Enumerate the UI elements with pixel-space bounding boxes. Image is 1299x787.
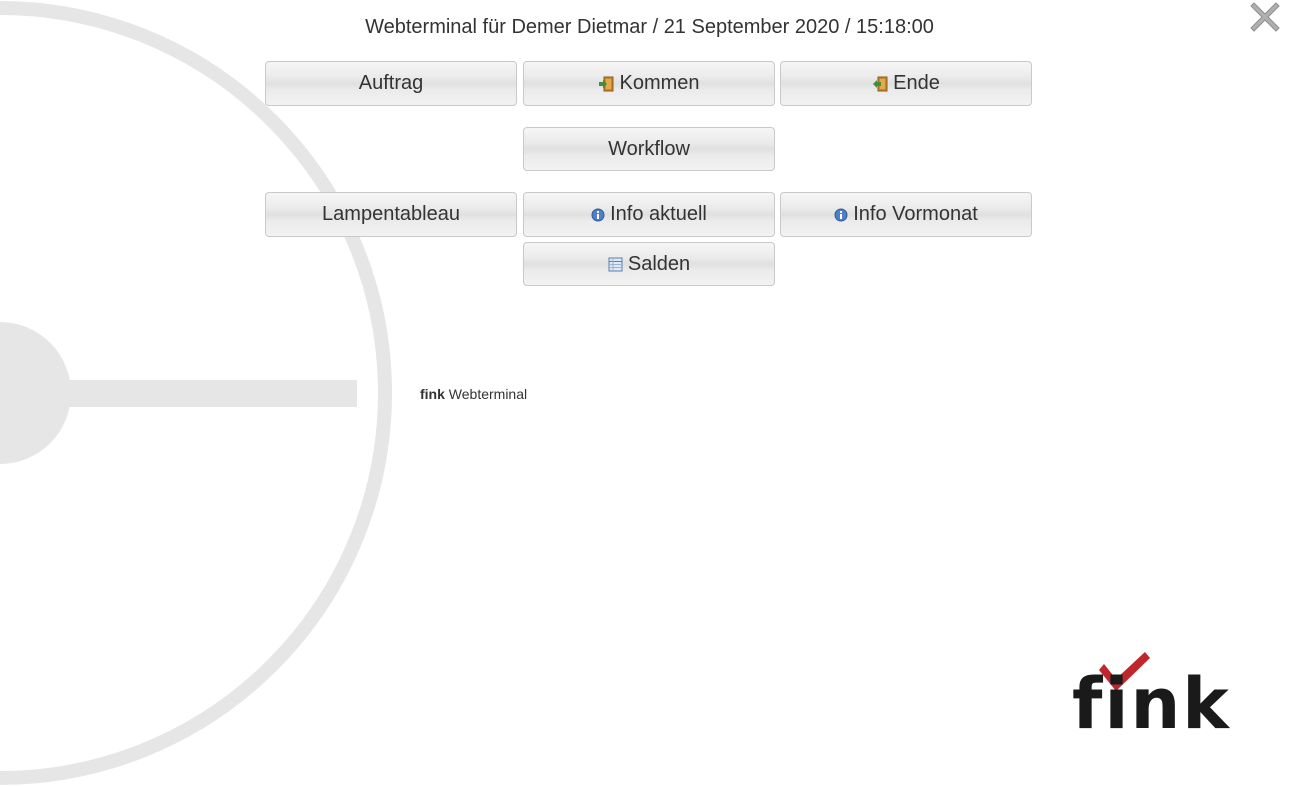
- webterminal-page: Webterminal für Demer Dietmar / 21 Septe…: [0, 0, 1299, 787]
- kommen-button[interactable]: Kommen: [523, 61, 775, 106]
- lampentableau-button[interactable]: Lampentableau: [265, 192, 517, 237]
- auftrag-button-label: Auftrag: [358, 72, 424, 94]
- kommen-button-label: Kommen: [619, 72, 700, 94]
- auftrag-button[interactable]: Auftrag: [265, 61, 517, 106]
- page-title: Webterminal für Demer Dietmar / 21 Septe…: [365, 16, 934, 38]
- footer-product: Webterminal: [448, 386, 528, 402]
- footer-product-text: fink Webterminal: [420, 386, 527, 402]
- door-enter-icon: [598, 76, 614, 92]
- workflow-button[interactable]: Workflow: [523, 127, 775, 171]
- info-vormonat-button[interactable]: Info Vormonat: [780, 192, 1032, 237]
- info-icon: [834, 208, 848, 222]
- lampentableau-button-label: Lampentableau: [322, 203, 460, 225]
- table-icon: [608, 257, 623, 272]
- info-aktuell-button-label: Info aktuell: [610, 203, 707, 225]
- footer-brand: fink: [420, 386, 445, 402]
- info-icon: [591, 208, 605, 222]
- info-aktuell-button[interactable]: Info aktuell: [523, 192, 775, 237]
- fink-logo: fink: [1072, 652, 1231, 733]
- salden-button[interactable]: Salden: [523, 242, 775, 286]
- ende-button-label: Ende: [893, 72, 940, 94]
- info-vormonat-button-label: Info Vormonat: [853, 203, 978, 225]
- ende-button[interactable]: Ende: [780, 61, 1032, 106]
- clock-background-graphic: [0, 1, 392, 785]
- logo-text: fink: [1072, 663, 1231, 733]
- door-exit-icon: [872, 76, 888, 92]
- salden-button-label: Salden: [627, 252, 691, 275]
- workflow-button-label: Workflow: [608, 137, 690, 160]
